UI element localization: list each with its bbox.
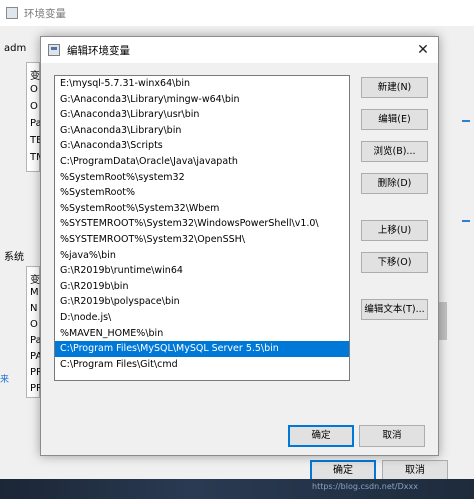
variable-row[interactable]: 变 (30, 271, 40, 286)
path-row[interactable]: G:\R2019b\bin (55, 279, 349, 295)
cancel-button[interactable]: 取消 (359, 425, 425, 447)
edit-button[interactable]: 编辑(E) (361, 109, 428, 130)
path-row[interactable]: %MAVEN_HOME%\bin (55, 326, 349, 342)
path-row[interactable]: %SystemRoot% (55, 185, 349, 201)
path-row[interactable]: E:\mysql-5.7.31-winx64\bin (55, 76, 349, 92)
variable-row[interactable]: O (30, 101, 38, 112)
path-row[interactable]: %SystemRoot%\System32\Wbem (55, 201, 349, 217)
path-row[interactable]: G:\Anaconda3\Scripts (55, 138, 349, 154)
move-up-button[interactable]: 上移(U) (361, 220, 428, 241)
parent-ok-button[interactable]: 确定 (310, 460, 376, 481)
window-icon (48, 44, 60, 56)
variable-row[interactable]: 变 (30, 67, 40, 82)
dialog-titlebar: 编辑环境变量 ✕ (41, 37, 438, 63)
path-row[interactable]: C:\ProgramData\Oracle\Java\javapath (55, 154, 349, 170)
path-row[interactable]: %SystemRoot%\system32 (55, 170, 349, 186)
path-row[interactable]: G:\Anaconda3\Library\bin (55, 123, 349, 139)
variable-row[interactable]: O (30, 319, 38, 330)
system-variables-label: 系统 (4, 252, 24, 263)
window-icon (6, 7, 18, 19)
parent-right-edge (456, 26, 474, 446)
new-button[interactable]: 新建(N) (361, 77, 428, 98)
path-row-selected[interactable]: C:\Program Files\MySQL\MySQL Server 5.5\… (55, 341, 349, 357)
system-variables-list[interactable]: 变 M N O Pa PA PR PR (26, 266, 43, 398)
user-variables-label: adm (4, 43, 27, 54)
edit-text-button[interactable]: 编辑文本(T)... (361, 299, 428, 320)
edit-env-variable-dialog: 编辑环境变量 ✕ E:\mysql-5.7.31-winx64\bin G:\An… (40, 36, 439, 456)
close-icon[interactable]: ✕ (408, 37, 438, 63)
scrollbar-thumb[interactable] (439, 302, 447, 340)
variable-row[interactable]: O (30, 84, 38, 95)
parent-window-title: 环境变量 (24, 8, 66, 20)
path-list[interactable]: E:\mysql-5.7.31-winx64\bin G:\Anaconda3\L… (54, 75, 350, 381)
path-row[interactable]: D:\node.js\ (55, 310, 349, 326)
browse-button[interactable]: 浏览(B)... (361, 141, 428, 162)
parent-titlebar: 环境变量 (0, 0, 474, 26)
parent-link[interactable]: 来 (0, 372, 9, 385)
ok-button[interactable]: 确定 (288, 425, 354, 447)
path-row[interactable]: %SYSTEMROOT%\System32\WindowsPowerShell\… (55, 216, 349, 232)
path-row[interactable]: G:\R2019b\polyspace\bin (55, 294, 349, 310)
path-row[interactable]: G:\R2019b\runtime\win64 (55, 263, 349, 279)
accent-bar (462, 220, 470, 222)
variable-row[interactable]: N (30, 303, 37, 314)
path-row[interactable]: G:\Anaconda3\Library\mingw-w64\bin (55, 92, 349, 108)
move-down-button[interactable]: 下移(O) (361, 252, 428, 273)
path-row[interactable]: C:\Program Files\Git\cmd (55, 357, 349, 373)
watermark-text: https://blog.csdn.net/Dxxx (312, 482, 418, 491)
dialog-title: 编辑环境变量 (67, 45, 130, 57)
user-variables-list[interactable]: 变 O O Pa TE TM (26, 62, 45, 172)
path-row[interactable]: G:\Anaconda3\Library\usr\bin (55, 107, 349, 123)
parent-cancel-button[interactable]: 取消 (382, 460, 448, 481)
path-row[interactable]: %SYSTEMROOT%\System32\OpenSSH\ (55, 232, 349, 248)
accent-bar (462, 120, 470, 122)
variable-row[interactable]: M (30, 287, 39, 298)
delete-button[interactable]: 删除(D) (361, 173, 428, 194)
path-row[interactable]: %java%\bin (55, 248, 349, 264)
